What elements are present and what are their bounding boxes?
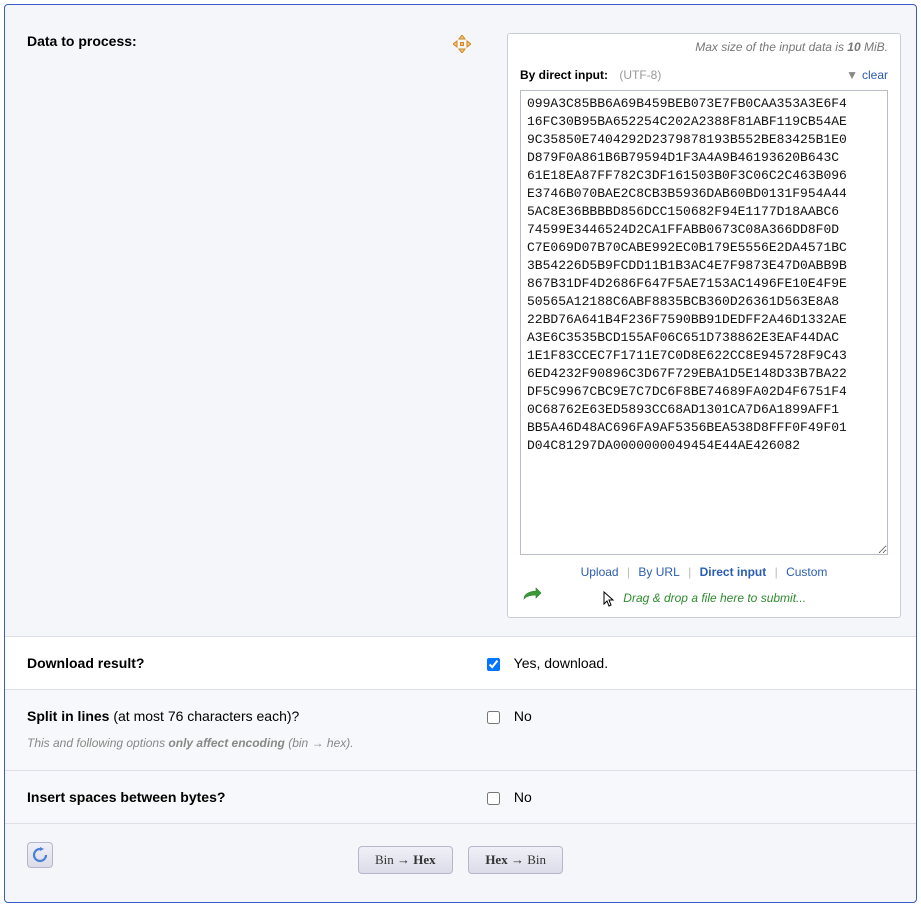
bin-to-hex-button[interactable]: Bin → Hex (358, 846, 453, 874)
split-section: Split in lines (at most 76 characters ea… (5, 690, 916, 771)
actions-bar: Bin → Hex Hex → Bin (5, 824, 916, 902)
data-textarea[interactable] (520, 90, 888, 555)
split-label[interactable]: No (514, 708, 532, 724)
spaces-label[interactable]: No (514, 789, 532, 805)
chevron-down-icon: ▼ (846, 68, 858, 82)
download-title: Download result? (27, 655, 457, 671)
tab-upload[interactable]: Upload (581, 565, 619, 579)
split-title-rest: (at most 76 characters each)? (109, 708, 299, 724)
tab-by-url[interactable]: By URL (638, 565, 679, 579)
download-label[interactable]: Yes, download. (514, 655, 608, 671)
spaces-title: Insert spaces between bytes? (27, 789, 457, 805)
data-section: Data to process: Max size of the input d… (5, 5, 916, 637)
input-tabs: Upload | By URL | Direct input | Custom (508, 555, 900, 583)
input-subheader: By direct input: (UTF-8) ▼clear (508, 62, 900, 86)
share-arrow-icon (522, 587, 542, 608)
download-checkbox[interactable] (487, 658, 500, 671)
max-size-note: Max size of the input data is 10 MiB. (508, 34, 900, 62)
cursor-icon (602, 591, 616, 607)
input-panel: Max size of the input data is 10 MiB. By… (507, 33, 901, 618)
data-title: Data to process: (27, 33, 137, 49)
tab-custom[interactable]: Custom (786, 565, 827, 579)
download-section: Download result? Yes, download. (5, 637, 916, 690)
reload-icon (32, 847, 48, 863)
clear-link[interactable]: ▼clear (846, 68, 888, 82)
split-title-bold: Split in lines (27, 708, 109, 724)
move-icon[interactable] (453, 35, 471, 56)
tab-direct-input[interactable]: Direct input (700, 565, 767, 579)
split-checkbox[interactable] (487, 711, 500, 724)
spaces-section: Insert spaces between bytes? No (5, 771, 916, 824)
encoding-label: (UTF-8) (619, 68, 661, 82)
hex-to-bin-button[interactable]: Hex → Bin (468, 846, 563, 874)
drag-drop-area[interactable]: Drag & drop a file here to submit... (508, 583, 900, 607)
reload-button[interactable] (27, 842, 53, 868)
split-hint: This and following options only affect e… (27, 734, 457, 752)
spaces-checkbox[interactable] (487, 792, 500, 805)
